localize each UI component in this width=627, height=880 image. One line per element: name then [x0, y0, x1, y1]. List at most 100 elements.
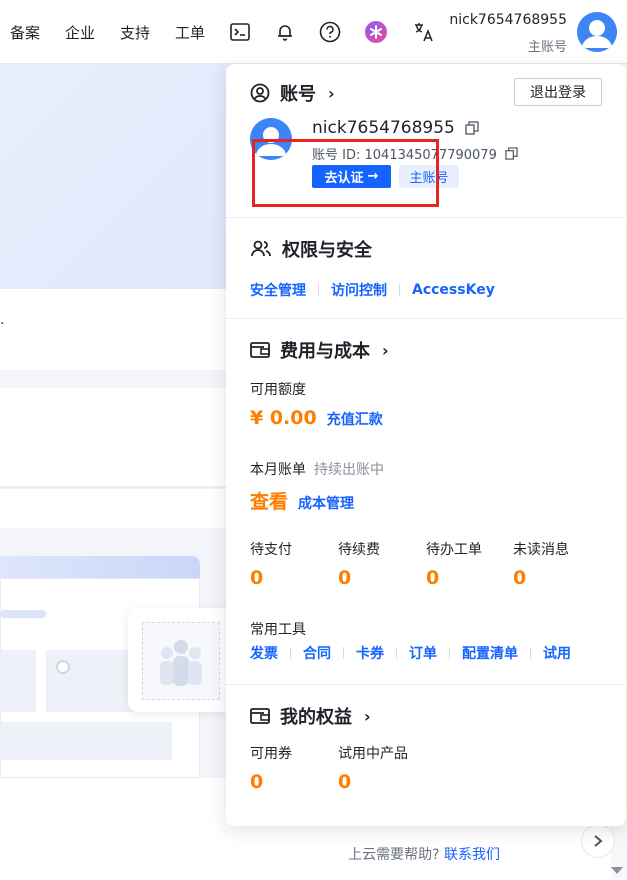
- tool-link-config-list[interactable]: 配置清单: [462, 643, 518, 663]
- account-title-text: 账号: [280, 84, 316, 105]
- account-name-text: nick7654768955: [312, 118, 455, 138]
- chevron-right-icon[interactable]: [581, 824, 615, 858]
- help-text: 上云需要帮助?: [348, 847, 440, 863]
- security-title-text: 权限与安全: [282, 240, 372, 261]
- truncated-text: .: [0, 312, 5, 328]
- nav-beian[interactable]: 备案: [10, 22, 40, 43]
- copy-icon[interactable]: [465, 121, 479, 135]
- monthly-bill-actions: 查看 成本管理: [250, 487, 354, 514]
- wallet-icon: [250, 342, 270, 358]
- avatar[interactable]: [577, 12, 617, 52]
- pending-ticket-count[interactable]: 0: [426, 567, 439, 589]
- account-name: nick7654768955: [312, 118, 479, 138]
- access-control-link[interactable]: 访问控制: [331, 280, 387, 300]
- recharge-link[interactable]: 充值汇款: [327, 409, 383, 429]
- nav-support[interactable]: 支持: [120, 22, 150, 43]
- pending-payment-count[interactable]: 0: [250, 567, 263, 589]
- user-group-icon: [251, 240, 271, 257]
- top-nav: 备案 企业 支持 工单 nick7654768955 主账号: [0, 0, 627, 64]
- divider: [318, 284, 319, 296]
- section-divider: [0, 486, 260, 489]
- account-section: 账号 › 退出登录 nick7654768955 账号 ID: 10413450…: [226, 64, 626, 218]
- illustration-circle: [56, 660, 70, 674]
- arrow-right-icon: →: [367, 169, 379, 184]
- available-credit: ¥ 0.00 充值汇款: [250, 407, 383, 429]
- stat-label: 待续费: [338, 542, 380, 558]
- account-dropdown: 账号 › 退出登录 nick7654768955 账号 ID: 10413450…: [226, 64, 626, 826]
- illustration-block: [0, 650, 36, 712]
- cost-management-link[interactable]: 成本管理: [298, 493, 354, 513]
- available-credit-value: ¥ 0.00: [250, 407, 317, 429]
- hero-banner: [0, 64, 260, 289]
- help-prompt: 上云需要帮助? 联系我们: [348, 844, 500, 864]
- account-id-label: 账号 ID:: [312, 148, 361, 163]
- tool-link-contract[interactable]: 合同: [303, 643, 331, 663]
- divider: [399, 284, 400, 296]
- bell-icon[interactable]: [273, 20, 297, 44]
- top-user-name[interactable]: nick7654768955: [449, 12, 567, 28]
- divider: [449, 647, 450, 659]
- wallet-icon: [250, 708, 270, 724]
- avatar: [250, 118, 292, 160]
- security-title: 权限与安全: [250, 236, 372, 262]
- chevron-right-icon: ›: [364, 706, 371, 726]
- tools-links: 发票 合同 卡券 订单 配置清单 试用: [250, 643, 571, 663]
- pending-renewal-count[interactable]: 0: [338, 567, 351, 589]
- unread-message-count[interactable]: 0: [513, 567, 526, 589]
- divider: [396, 647, 397, 659]
- billing-title-text: 费用与成本: [280, 341, 370, 362]
- divider: [290, 647, 291, 659]
- nav-enterprise[interactable]: 企业: [65, 22, 95, 43]
- benefits-section: 我的权益 › 可用券 试用中产品 0 0: [226, 685, 626, 826]
- logout-button[interactable]: 退出登录: [514, 78, 602, 106]
- role-badge: 主账号: [399, 165, 459, 188]
- billing-section: 费用与成本 › 可用额度 ¥ 0.00 充值汇款 本月账单 持续出账中 查看 成本…: [226, 319, 626, 685]
- monthly-bill-status: 持续出账中: [314, 462, 384, 478]
- help-icon[interactable]: [318, 20, 342, 44]
- contact-us-link[interactable]: 联系我们: [444, 847, 500, 863]
- illustration-block: [0, 722, 172, 760]
- translate-icon[interactable]: [412, 20, 436, 44]
- monthly-bill-label: 本月账单: [250, 462, 306, 478]
- illustration-card-header: [0, 556, 200, 578]
- stat-label: 待办工单: [426, 542, 482, 558]
- top-user-role: 主账号: [527, 40, 567, 55]
- tool-link-coupon[interactable]: 卡券: [356, 643, 384, 663]
- account-id-value: 1041345077790079: [364, 148, 497, 163]
- available-coupon-count[interactable]: 0: [250, 771, 263, 793]
- stat-label: 未读消息: [513, 542, 569, 558]
- ai-assistant-icon[interactable]: [364, 20, 388, 44]
- monthly-bill: 本月账单 持续出账中: [250, 459, 384, 479]
- available-credit-label: 可用额度: [250, 382, 306, 398]
- verify-button[interactable]: 去认证 →: [312, 165, 391, 188]
- illustration-bar: [0, 610, 46, 618]
- benefits-title[interactable]: 我的权益 ›: [250, 703, 371, 729]
- nav-ticket[interactable]: 工单: [175, 22, 205, 43]
- tools-label: 常用工具: [250, 622, 306, 638]
- user-circle-icon: [250, 83, 270, 103]
- chevron-right-icon: ›: [328, 83, 335, 103]
- view-bill-link[interactable]: 查看: [250, 487, 288, 514]
- verify-button-label: 去认证: [324, 171, 364, 186]
- copy-icon[interactable]: [505, 147, 518, 160]
- account-title[interactable]: 账号 ›: [250, 80, 335, 106]
- accesskey-link[interactable]: AccessKey: [412, 282, 495, 298]
- divider: [343, 647, 344, 659]
- section-divider: [0, 370, 260, 388]
- divider: [530, 647, 531, 659]
- benefits-title-text: 我的权益: [280, 707, 352, 728]
- stat-label: 可用券: [250, 746, 292, 762]
- account-id: 账号 ID: 1041345077790079: [312, 144, 518, 163]
- billing-title[interactable]: 费用与成本 ›: [250, 337, 389, 363]
- tool-link-order[interactable]: 订单: [409, 643, 437, 663]
- chevron-right-icon: ›: [382, 340, 389, 360]
- trial-product-count[interactable]: 0: [338, 771, 351, 793]
- scroll-down-arrow-icon[interactable]: [611, 867, 623, 874]
- people-icon: [142, 622, 220, 700]
- security-management-link[interactable]: 安全管理: [250, 280, 306, 300]
- terminal-icon[interactable]: [228, 20, 252, 44]
- tool-link-invoice[interactable]: 发票: [250, 643, 278, 663]
- security-links: 安全管理 访问控制 AccessKey: [250, 280, 495, 300]
- stat-label: 试用中产品: [338, 746, 408, 762]
- tool-link-trial[interactable]: 试用: [543, 643, 571, 663]
